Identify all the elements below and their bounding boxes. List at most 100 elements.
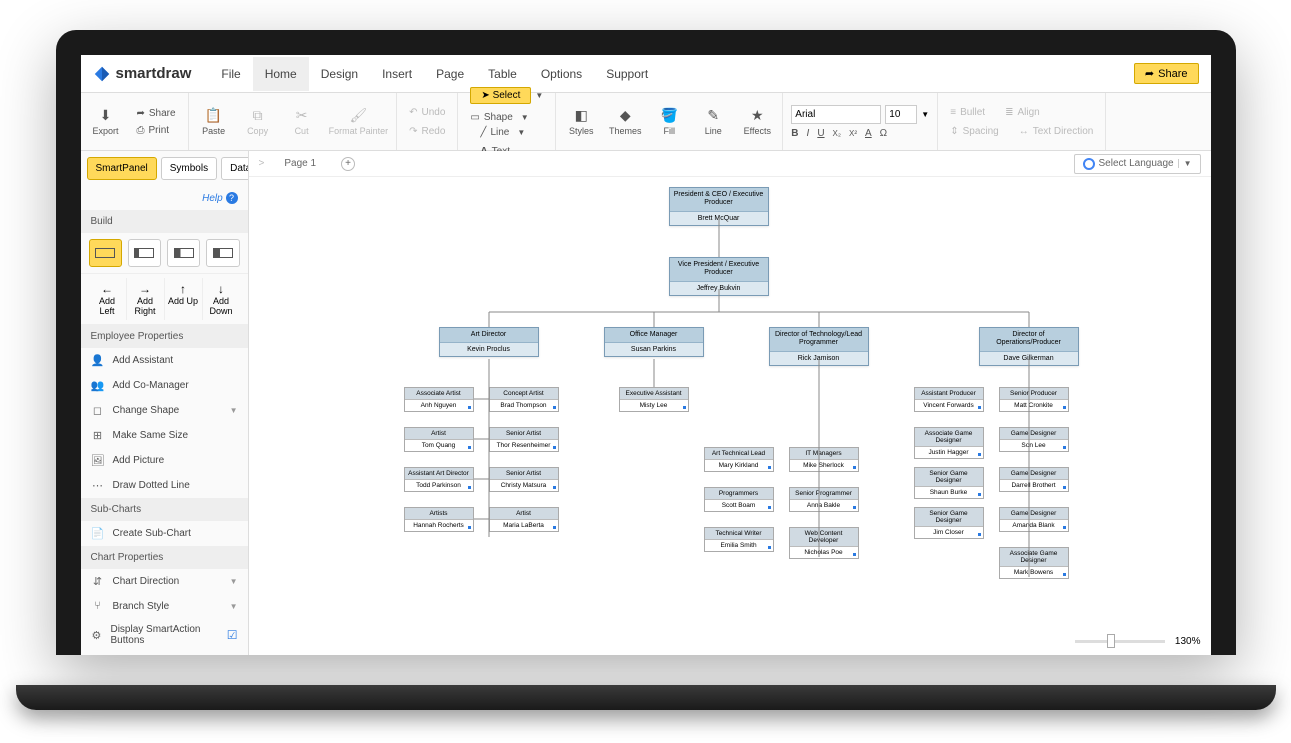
org-leaf[interactable]: Associate ArtistAnh Nguyen [404, 387, 474, 412]
org-leaf[interactable]: Game DesignerDarrell Brothert [999, 467, 1069, 492]
chevron-down-icon[interactable]: ▼ [921, 110, 929, 119]
org-leaf[interactable]: Web Content DeveloperNicholas Poe [789, 527, 859, 559]
undo-button[interactable]: ↶Undo [405, 105, 449, 120]
shape-type-2[interactable] [128, 239, 161, 267]
print-button[interactable]: ⎙Print [133, 123, 180, 138]
add-assistant[interactable]: 👤Add Assistant [81, 348, 248, 373]
language-select[interactable]: Select Language ▼ [1074, 154, 1201, 174]
org-leaf[interactable]: Senior Game DesignerJim Closer [914, 507, 984, 539]
symbol-button[interactable]: Ω [880, 128, 887, 139]
themes-button[interactable]: ◆Themes [608, 108, 642, 136]
cut-button[interactable]: ✂Cut [285, 108, 319, 136]
select-tool[interactable]: ➤ Select▼ [466, 85, 547, 106]
draw-dotted-line[interactable]: ⋯Draw Dotted Line [81, 473, 248, 498]
menu-design[interactable]: Design [309, 57, 370, 91]
format-painter-button[interactable]: 🖌Format Painter [329, 108, 389, 136]
redo-button[interactable]: ↷Redo [405, 124, 449, 139]
add-picture[interactable]: 🖼Add Picture [81, 448, 248, 473]
page-tab[interactable]: Page 1 [264, 154, 336, 173]
org-leaf[interactable]: IT ManagersMike Sherlock [789, 447, 859, 472]
org-node[interactable]: Vice President / Executive ProducerJeffr… [669, 257, 769, 296]
org-leaf[interactable]: Game DesignerSon Lee [999, 427, 1069, 452]
underline-button[interactable]: U [817, 128, 824, 139]
org-leaf[interactable]: Senior ArtistThor Resenheimer [489, 427, 559, 452]
org-node[interactable]: Art DirectorKevin Proclus [439, 327, 539, 357]
org-leaf[interactable]: Executive AssistantMisty Lee [619, 387, 689, 412]
bullet-button[interactable]: ≡Bullet [946, 105, 989, 120]
org-leaf[interactable]: Senior ProducerMatt Cronkite [999, 387, 1069, 412]
align-button[interactable]: ≣Align [1001, 105, 1044, 120]
paste-button[interactable]: 📋Paste [197, 108, 231, 136]
share-small-button[interactable]: ➦Share [133, 106, 180, 121]
text-direction-button[interactable]: ↔Text Direction [1015, 124, 1098, 139]
copy-button[interactable]: ⧉Copy [241, 108, 275, 136]
add-down-button[interactable]: ↓Add Down [203, 278, 240, 320]
org-leaf[interactable]: ArtistMaria LaBerta [489, 507, 559, 532]
font-color-button[interactable]: A [865, 128, 872, 139]
add-co-manager[interactable]: 👥Add Co-Manager [81, 373, 248, 398]
chart-direction[interactable]: ⇵Chart Direction▼ [81, 569, 248, 594]
org-leaf[interactable]: Associate Game DesignerMark Bowens [999, 547, 1069, 579]
add-up-button[interactable]: ↑Add Up [165, 278, 203, 320]
org-leaf[interactable]: Technical WriterEmilia Smith [704, 527, 774, 552]
fill-button[interactable]: 🪣Fill [652, 108, 686, 136]
star-icon: ★ [751, 108, 764, 124]
font-select[interactable] [791, 105, 881, 124]
org-leaf[interactable]: Associate Game DesignerJustin Hagger [914, 427, 984, 459]
zoom-slider[interactable] [1075, 640, 1165, 643]
org-node[interactable]: President & CEO / Executive ProducerBret… [669, 187, 769, 226]
tab-smartpanel[interactable]: SmartPanel [87, 157, 157, 180]
org-leaf[interactable]: ArtistsHannah Rocherts [404, 507, 474, 532]
bullet-icon: ≡ [950, 107, 956, 118]
shape-type-4[interactable] [206, 239, 239, 267]
share-icon: ➦ [1145, 67, 1154, 80]
org-leaf[interactable]: Senior ProgrammerAnna Bakle [789, 487, 859, 512]
tab-data[interactable]: Data [221, 157, 248, 180]
org-node[interactable]: Director of Technology/Lead ProgrammerRi… [769, 327, 869, 366]
create-subchart[interactable]: 📄Create Sub-Chart [81, 521, 248, 546]
canvas[interactable]: President & CEO / Executive ProducerBret… [249, 177, 1211, 655]
menu-file[interactable]: File [209, 57, 252, 91]
shape-type-3[interactable] [167, 239, 200, 267]
org-node[interactable]: Office ManagerSusan Parkins [604, 327, 704, 357]
org-node[interactable]: Director of Operations/ProducerDave Gilk… [979, 327, 1079, 366]
effects-button[interactable]: ★Effects [740, 108, 774, 136]
shape-tool[interactable]: ▭Shape▼ [466, 110, 547, 125]
help-link[interactable]: Help ? [202, 193, 237, 204]
use-ctrl-arrows[interactable]: ⌨Use Ctrl+Arrows to Add Shapes☑ [81, 652, 248, 655]
org-leaf[interactable]: Concept ArtistBrad Thompson [489, 387, 559, 412]
pen-icon: ✎ [707, 108, 719, 124]
add-right-button[interactable]: →Add Right [127, 278, 165, 320]
menu-support[interactable]: Support [594, 57, 660, 91]
italic-button[interactable]: I [807, 128, 810, 139]
menu-home[interactable]: Home [253, 57, 309, 91]
org-leaf[interactable]: ArtistTom Quang [404, 427, 474, 452]
add-page-button[interactable]: + [341, 157, 355, 171]
org-leaf[interactable]: ProgrammersScott Boam [704, 487, 774, 512]
subscript-button[interactable]: X₂ [833, 129, 841, 138]
display-smartaction[interactable]: ⚙Display SmartAction Buttons☑ [81, 618, 248, 652]
branch-style[interactable]: ⑂Branch Style▼ [81, 594, 248, 618]
org-leaf[interactable]: Senior Game DesignerShaun Burke [914, 467, 984, 499]
org-leaf[interactable]: Assistant ProducerVincent Forwards [914, 387, 984, 412]
superscript-button[interactable]: X² [849, 129, 857, 138]
make-same-size[interactable]: ⊞Make Same Size [81, 423, 248, 448]
tab-symbols[interactable]: Symbols [161, 157, 217, 180]
change-shape[interactable]: ◻Change Shape▼ [81, 398, 248, 423]
org-leaf[interactable]: Art Technical LeadMary Kirkland [704, 447, 774, 472]
share-button[interactable]: ➦Share [1134, 63, 1199, 84]
spacing-button[interactable]: ⇕Spacing [946, 124, 1003, 139]
font-size-select[interactable] [885, 105, 917, 124]
zoom-control: 130% [1075, 636, 1201, 647]
shape-type-1[interactable] [89, 239, 122, 267]
line-style-button[interactable]: ✎Line [696, 108, 730, 136]
add-left-button[interactable]: ←Add Left [89, 278, 127, 320]
line-tool[interactable]: ╱Line▼ [476, 125, 547, 140]
org-leaf[interactable]: Assistant Art DirectorTodd Parkinson [404, 467, 474, 492]
export-button[interactable]: ⬇Export [89, 108, 123, 136]
org-leaf[interactable]: Senior ArtistChristy Matsura [489, 467, 559, 492]
menu-insert[interactable]: Insert [370, 57, 424, 91]
bold-button[interactable]: B [791, 128, 798, 139]
styles-button[interactable]: ◧Styles [564, 108, 598, 136]
org-leaf[interactable]: Game DesignerAmanda Blank [999, 507, 1069, 532]
